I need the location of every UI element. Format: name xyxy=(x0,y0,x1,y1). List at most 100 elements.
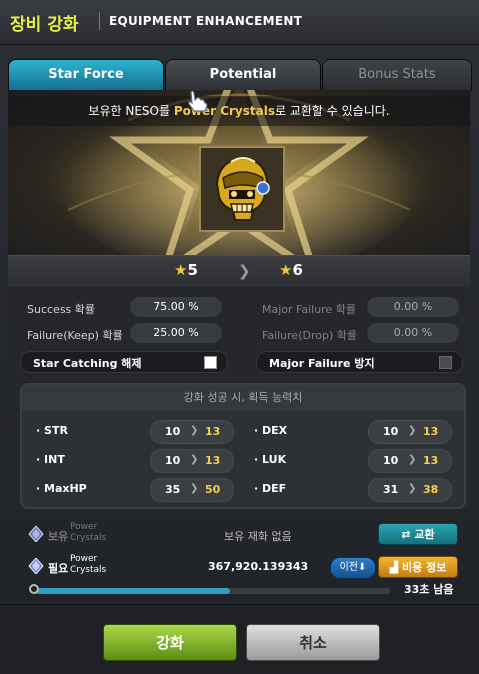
failure-drop-value: 0.00 % xyxy=(367,323,459,343)
timer-bar xyxy=(35,588,390,594)
required-crystals-row: 필요 Power Crystals 367,920.139343 이전⬇ ▟ 비용… xyxy=(8,552,470,582)
owned-tag: 보유 xyxy=(48,530,69,543)
gain-from: 10 xyxy=(383,454,399,467)
star-catching-label: Star Catching 해제 xyxy=(33,357,142,370)
gain-from: 10 xyxy=(165,425,181,438)
chevron-right-icon: ❯ xyxy=(408,483,417,494)
gain-pill: 10 ❯ 13 xyxy=(150,420,234,444)
chevron-right-icon: ❯ xyxy=(190,454,199,465)
cost-info-label: 비용 정보 xyxy=(402,561,447,574)
gain-row-maxhp: · MaxHP 35 ❯ 50 xyxy=(36,478,236,502)
gain-name: · DEF xyxy=(254,482,287,495)
gain-from: 31 xyxy=(383,483,399,496)
gain-to: 50 xyxy=(205,483,221,496)
exchange-label: 교환 xyxy=(414,528,435,541)
gain-row-str: · STR 10 ❯ 13 xyxy=(36,420,236,444)
tab-bonus-stats[interactable]: Bonus Stats xyxy=(322,59,472,91)
gain-from: 10 xyxy=(383,425,399,438)
chevron-right-icon: ❯ xyxy=(408,425,417,436)
chevron-right-icon: ❯ xyxy=(190,425,199,436)
major-failure-label: Major Failure 확률 xyxy=(262,303,356,316)
tab-bar: Star Force Potential Bonus Stats xyxy=(8,59,472,91)
gain-row-luk: · LUK 10 ❯ 13 xyxy=(254,449,454,473)
gain-pill: 10 ❯ 13 xyxy=(368,420,452,444)
required-crystal-value: 367,920.139343 xyxy=(208,560,309,573)
stat-gain-header: 강화 성공 시, 획득 능력치 xyxy=(22,385,464,411)
hand-cursor-icon xyxy=(188,90,208,112)
gain-to: 13 xyxy=(423,425,439,438)
window-title-en: EQUIPMENT ENHANCEMENT xyxy=(109,14,303,28)
star-next: ★6 xyxy=(279,261,303,279)
gain-to: 13 xyxy=(423,454,439,467)
exchange-icon: ⇄ xyxy=(401,528,411,541)
chevron-right-icon: ❯ xyxy=(408,454,417,465)
gain-to: 38 xyxy=(423,483,439,496)
clock-icon xyxy=(29,584,39,594)
enhancement-window: 장비 강화 EQUIPMENT ENHANCEMENT Star Force P… xyxy=(0,0,479,674)
required-tag: 필요 xyxy=(48,562,69,575)
gain-to: 13 xyxy=(205,425,221,438)
previous-label: 이전 xyxy=(339,562,358,573)
arrow-down-icon: ⬇ xyxy=(358,562,367,573)
info-banner: 보유한 NESO를 Power Crystals로 교환할 수 있습니다. xyxy=(8,96,470,126)
major-failure-prevent-label: Major Failure 방지 xyxy=(269,357,375,370)
failure-drop-label: Failure(Drop) 확률 xyxy=(262,329,357,342)
star-current-value: 5 xyxy=(187,261,198,279)
star-current: ★5 xyxy=(174,261,198,279)
failure-keep-value: 25.00 % xyxy=(130,323,222,343)
title-separator xyxy=(99,12,100,30)
gain-name: · INT xyxy=(36,453,65,466)
tab-potential[interactable]: Potential xyxy=(165,59,321,91)
banner-suffix: 로 교환할 수 있습니다. xyxy=(274,104,390,118)
gain-name: · DEX xyxy=(254,424,288,437)
failure-keep-label: Failure(Keep) 확률 xyxy=(27,329,123,342)
window-title-ko: 장비 강화 xyxy=(10,15,79,35)
tab-star-force[interactable]: Star Force xyxy=(8,59,164,91)
title-bar[interactable]: 장비 강화 EQUIPMENT ENHANCEMENT xyxy=(0,0,479,45)
gain-pill: 35 ❯ 50 xyxy=(150,478,234,502)
major-failure-prevent-toggle[interactable]: Major Failure 방지 xyxy=(256,351,463,373)
exchange-button[interactable]: ⇄ 교환 xyxy=(378,523,458,545)
gain-from: 35 xyxy=(165,483,181,496)
gain-row-def: · DEF 31 ❯ 38 xyxy=(254,478,454,502)
banner-prefix: 보유한 NESO를 xyxy=(88,104,174,118)
star-icon: ★ xyxy=(174,261,188,279)
power-crystal-icon xyxy=(28,526,44,542)
golden-helmet-icon xyxy=(201,148,283,230)
gain-to: 13 xyxy=(205,454,221,467)
chevron-right-icon: ❯ xyxy=(190,483,199,494)
gain-name: · LUK xyxy=(254,453,287,466)
action-bar: 강화 취소 xyxy=(0,605,479,674)
success-label: Success 확률 xyxy=(27,303,96,316)
star-catching-checkbox[interactable] xyxy=(204,356,217,369)
success-value: 75.00 % xyxy=(130,297,222,317)
gain-pill: 31 ❯ 38 xyxy=(368,478,452,502)
star-level-row: ★5 ❯ ★6 xyxy=(8,255,470,289)
enhance-button[interactable]: 강화 xyxy=(103,624,237,661)
star-icon: ★ xyxy=(279,261,293,279)
cost-info-button[interactable]: ▟ 비용 정보 xyxy=(378,556,458,578)
gain-name: · MaxHP xyxy=(36,482,87,495)
gain-name: · STR xyxy=(36,424,68,437)
item-slot[interactable] xyxy=(199,146,285,232)
previous-button[interactable]: 이전⬇ xyxy=(330,557,376,579)
chart-icon: ▟ xyxy=(389,561,399,574)
cancel-button[interactable]: 취소 xyxy=(246,624,380,661)
chevron-right-icon: ❯ xyxy=(238,262,251,280)
owned-crystals-row: 보유 Power Crystals 보유 재화 없음 ⇄ 교환 xyxy=(8,520,470,550)
gain-pill: 10 ❯ 13 xyxy=(368,449,452,473)
timer-remaining: 33초 남음 xyxy=(404,583,454,596)
owned-crystal-value: 보유 재화 없음 xyxy=(224,530,292,543)
star-catching-toggle[interactable]: Star Catching 해제 xyxy=(20,351,228,373)
gain-pill: 10 ❯ 13 xyxy=(150,449,234,473)
stat-gain-box: 강화 성공 시, 획득 능력치 · STR 10 ❯ 13 · DEX 10 ❯ 13 … xyxy=(20,383,466,509)
required-crystal-name: Power Crystals xyxy=(70,554,107,575)
gain-from: 10 xyxy=(165,454,181,467)
gain-row-int: · INT 10 ❯ 13 xyxy=(36,449,236,473)
power-crystal-icon xyxy=(28,558,44,574)
major-failure-prevent-checkbox[interactable] xyxy=(439,356,452,369)
owned-crystal-name: Power Crystals xyxy=(70,522,107,543)
timer-bar-fill xyxy=(35,588,231,594)
major-failure-value: 0.00 % xyxy=(367,297,459,317)
star-next-value: 6 xyxy=(292,261,303,279)
